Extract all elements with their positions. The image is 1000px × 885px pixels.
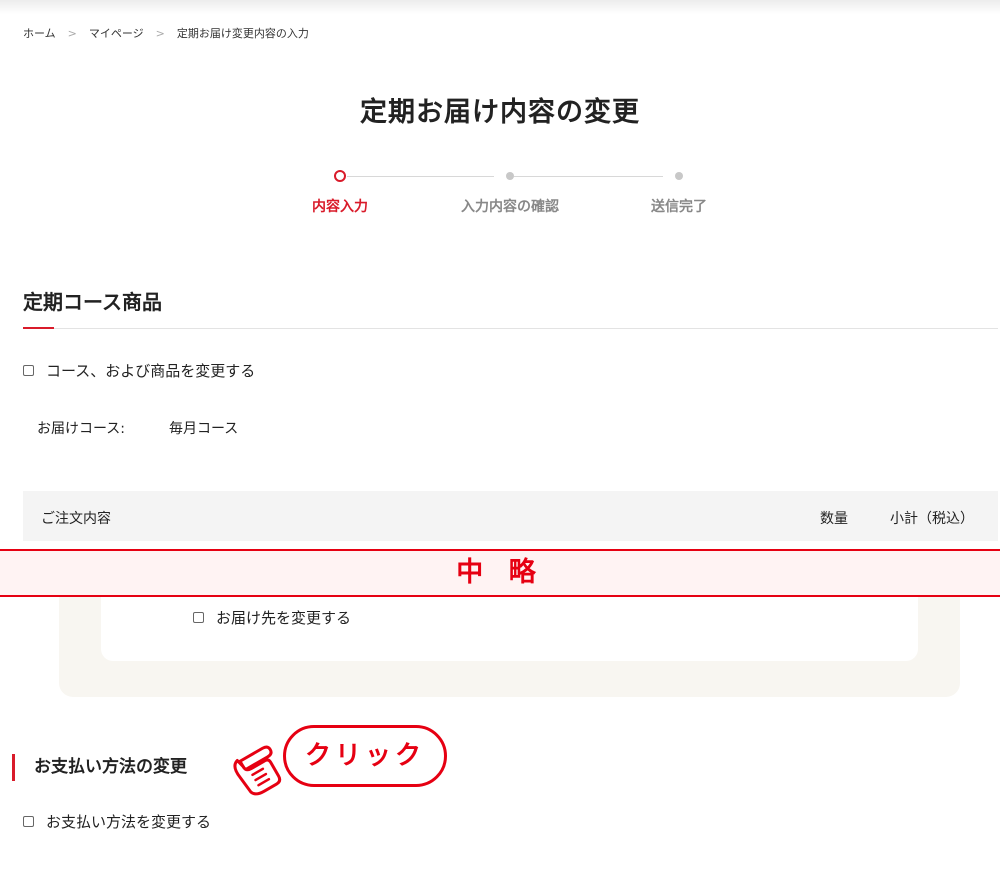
click-callout-label: クリック: [304, 741, 425, 771]
header-shadow: [0, 0, 1000, 14]
step-connector: [514, 176, 663, 177]
step-dot-active: [334, 170, 346, 182]
delivery-card: [101, 595, 918, 661]
checkbox-icon[interactable]: [193, 612, 204, 623]
order-table-header: ご注文内容 数量 小計（税込）: [23, 491, 998, 541]
section-accent-bar: [23, 327, 54, 329]
step-label-complete: 送信完了: [651, 199, 707, 215]
change-course-label: コース、および商品を変更する: [46, 362, 256, 380]
pointing-hand-icon: [233, 745, 282, 796]
col-subtotal: 小計（税込）: [890, 511, 974, 527]
section-divider: [23, 328, 998, 329]
breadcrumb-mypage-link[interactable]: マイページ: [89, 25, 144, 41]
step-connector: [347, 176, 494, 177]
section-heading-course: 定期コース商品: [23, 290, 162, 314]
omitted-banner: 中 略: [0, 549, 1000, 597]
delivery-course-key: お届けコース:: [37, 421, 126, 437]
change-payment-label: お支払い方法を変更する: [46, 813, 212, 831]
step-label-confirm: 入力内容の確認: [461, 199, 559, 215]
click-callout: クリック: [283, 725, 447, 787]
step-dot: [506, 172, 514, 180]
chevron-right-icon: >: [67, 26, 77, 40]
section-heading-payment: お支払い方法の変更: [12, 754, 187, 781]
delivery-course-value: 毎月コース: [169, 421, 239, 437]
change-payment-checkbox[interactable]: お支払い方法を変更する: [23, 811, 211, 832]
chevron-right-icon: >: [155, 26, 165, 40]
breadcrumb: ホーム > マイページ > 定期お届け変更内容の入力: [23, 25, 309, 41]
breadcrumb-home-link[interactable]: ホーム: [23, 25, 56, 41]
checkbox-icon[interactable]: [23, 365, 34, 376]
omitted-label: 中 略: [456, 557, 544, 588]
delivery-course-row: お届けコース: 毎月コース: [37, 418, 238, 438]
change-address-label: お届け先を変更する: [216, 609, 352, 627]
step-dot: [675, 172, 683, 180]
change-course-checkbox[interactable]: コース、および商品を変更する: [23, 360, 255, 381]
page-title: 定期お届け内容の変更: [360, 97, 640, 128]
col-quantity: 数量: [820, 511, 848, 527]
col-order-contents: ご注文内容: [41, 511, 111, 527]
step-label-input: 内容入力: [312, 199, 368, 215]
checkbox-icon[interactable]: [23, 816, 34, 827]
breadcrumb-current: 定期お届け変更内容の入力: [176, 27, 309, 40]
change-address-checkbox[interactable]: お届け先を変更する: [193, 607, 351, 628]
progress-stepper: 内容入力 入力内容の確認 送信完了: [0, 168, 1000, 228]
